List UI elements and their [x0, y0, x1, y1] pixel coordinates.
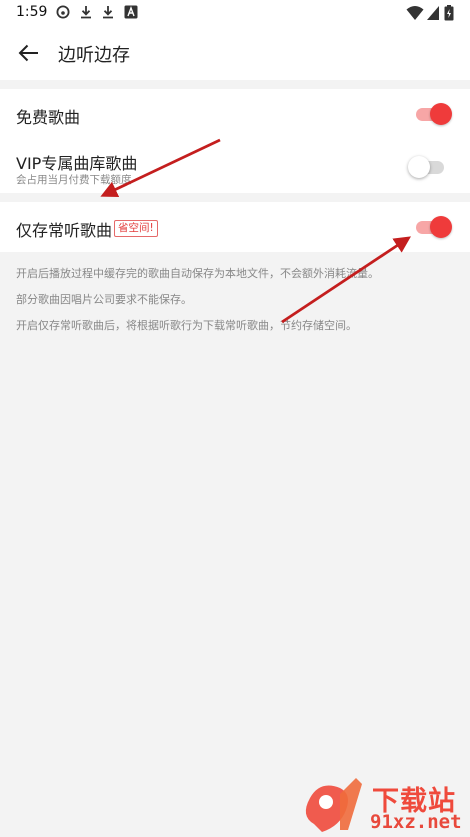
note-cache-save: 开启后播放过程中缓存完的歌曲自动保存为本地文件，不会额外消耗流量。	[16, 267, 379, 280]
song-settings-card: 免费歌曲 VIP专属曲库歌曲 会占用当月付费下载额度	[0, 89, 470, 193]
back-arrow-icon	[18, 44, 38, 62]
frequent-songs-toggle[interactable]	[416, 214, 452, 240]
frequent-songs-label: 仅存常听歌曲	[16, 221, 113, 240]
netease-music-icon	[56, 5, 70, 19]
note-frequent-songs: 开启仅存常听歌曲后，将根据听歌行为下载常听歌曲，节约存储空间。	[16, 319, 357, 332]
status-time: 1:59	[16, 4, 48, 20]
arrow-to-frequent-toggle	[281, 236, 411, 324]
free-songs-row: 免费歌曲	[0, 89, 470, 139]
vip-songs-label: VIP专属曲库歌曲	[16, 154, 138, 173]
signal-icon	[427, 6, 439, 20]
note-copyright: 部分歌曲因唱片公司要求不能保存。	[16, 293, 192, 306]
status-bar: 1:59	[0, 0, 470, 26]
back-button[interactable]	[12, 36, 46, 70]
free-songs-toggle[interactable]	[416, 101, 452, 127]
watermark-url: 91xz.net	[370, 811, 462, 833]
page-title: 边听边存	[58, 45, 130, 66]
frequent-songs-row: 仅存常听歌曲 省空间!	[0, 202, 470, 252]
app-bar: 边听边存	[0, 26, 470, 80]
download-icon	[81, 6, 91, 19]
download-icon	[103, 6, 113, 19]
vip-songs-row: VIP专属曲库歌曲 会占用当月付费下载额度	[0, 141, 470, 193]
wifi-icon	[406, 6, 424, 20]
save-space-badge: 省空间!	[114, 220, 158, 237]
battery-icon	[444, 5, 454, 21]
frequent-songs-card: 仅存常听歌曲 省空间!	[0, 202, 470, 252]
vip-songs-sublabel: 会占用当月付费下载额度	[16, 174, 132, 186]
a-notification-icon	[124, 5, 138, 19]
free-songs-label: 免费歌曲	[16, 108, 81, 127]
vip-songs-toggle[interactable]	[408, 154, 446, 180]
